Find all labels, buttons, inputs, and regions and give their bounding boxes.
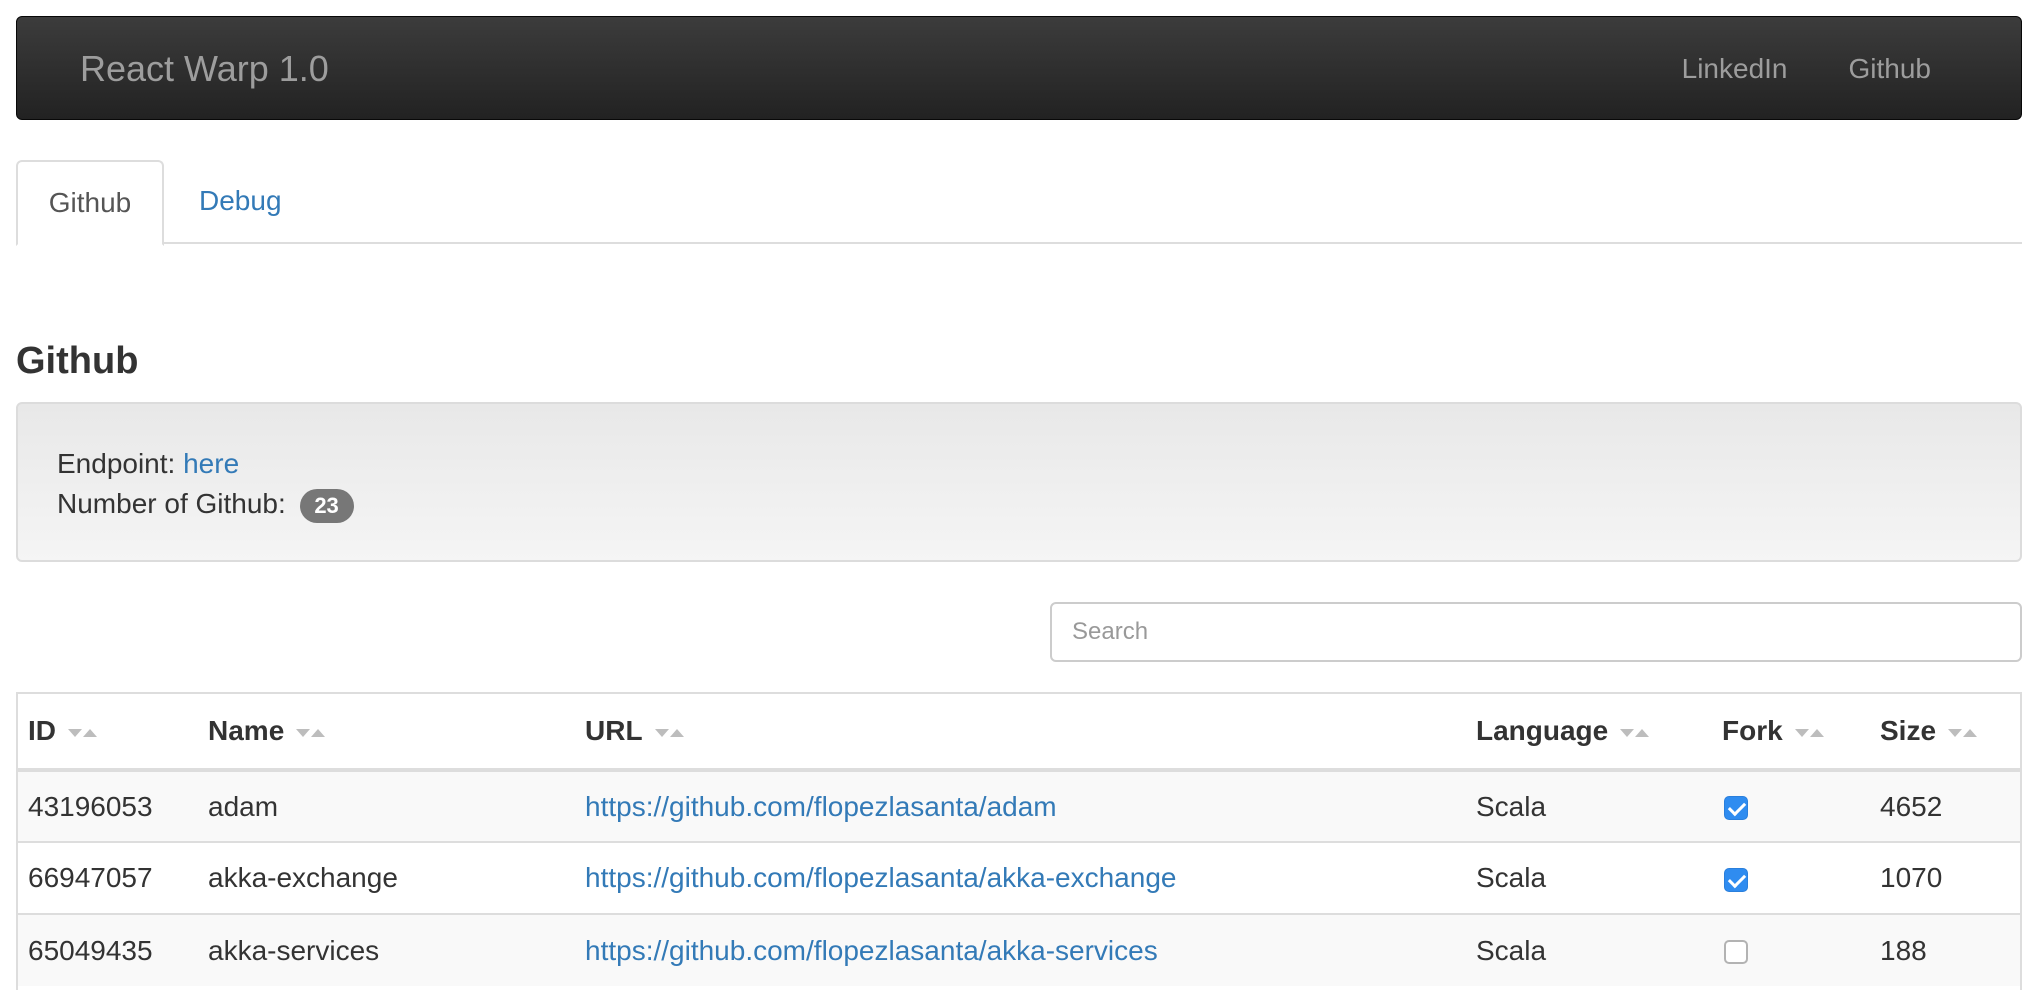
cell-language: Scala	[1466, 841, 1712, 914]
sort-icon	[1794, 726, 1827, 740]
cell-size: 1070	[1870, 841, 2020, 914]
column-header-url[interactable]: URL	[575, 694, 1466, 772]
column-label: Name	[208, 715, 285, 746]
cell-url: https://github.com/flopezlasanta/akka-se…	[575, 913, 1466, 986]
cell-language: Scala	[1466, 769, 1712, 842]
column-label: Fork	[1722, 715, 1783, 746]
cell-url: https://github.com/flopezlasanta/akka-ex…	[575, 841, 1466, 914]
cell-url: https://github.com/flopezlasanta/adam	[575, 769, 1466, 842]
count-line: Number of Github: 23	[57, 488, 354, 523]
cell-id: 65049435	[18, 913, 198, 986]
table-row: 66947057 akka-exchange https://github.co…	[18, 841, 2020, 914]
column-label: Size	[1880, 715, 1937, 746]
sort-icon	[654, 726, 687, 740]
cell-size: 188	[1870, 913, 2020, 986]
column-label: ID	[28, 715, 56, 746]
count-badge: 23	[299, 488, 354, 523]
cell-fork	[1712, 913, 1870, 986]
nav-link-github[interactable]: Github	[1849, 17, 1932, 121]
repo-url-link[interactable]: https://github.com/flopezlasanta/adam	[585, 791, 1057, 822]
cell-name: adam	[198, 769, 575, 842]
sort-icon	[68, 726, 100, 740]
cell-name: akka-exchange	[198, 841, 575, 914]
info-panel: Endpoint: here Number of Github: 23	[16, 402, 2022, 562]
column-header-size[interactable]: Size	[1870, 694, 2020, 772]
endpoint-link[interactable]: here	[183, 448, 239, 479]
sort-icon	[296, 726, 328, 740]
table-row: 43196053 adam https://github.com/flopezl…	[18, 769, 2020, 842]
cell-id: 66947057	[18, 841, 198, 914]
endpoint-line: Endpoint: here	[57, 448, 239, 480]
repo-table: ID Name URL Language Fork Size 43196053 …	[16, 692, 2022, 990]
endpoint-label: Endpoint:	[57, 448, 176, 479]
tab-debug[interactable]: Debug	[199, 160, 282, 244]
count-label: Number of Github:	[57, 488, 286, 519]
cell-fork	[1712, 769, 1870, 842]
cell-fork	[1712, 841, 1870, 914]
cell-size: 4652	[1870, 769, 2020, 842]
tab-bar: Github Debug	[16, 160, 2022, 246]
cell-name: akka-services	[198, 913, 575, 986]
fork-checkbox[interactable]	[1724, 796, 1748, 821]
column-header-language[interactable]: Language	[1466, 694, 1712, 772]
page: React Warp 1.0 LinkedIn Github Github De…	[0, 0, 2040, 990]
fork-checkbox[interactable]	[1724, 940, 1748, 965]
nav-link-linkedin[interactable]: LinkedIn	[1682, 17, 1788, 121]
column-header-id[interactable]: ID	[18, 694, 198, 772]
repo-url-link[interactable]: https://github.com/flopezlasanta/akka-ex…	[585, 862, 1176, 893]
search-input[interactable]	[1050, 602, 2022, 662]
column-label: URL	[585, 715, 643, 746]
column-header-name[interactable]: Name	[198, 694, 575, 772]
navbar: React Warp 1.0 LinkedIn Github	[16, 16, 2022, 120]
page-title: Github	[16, 340, 139, 382]
table-header-row: ID Name URL Language Fork Size	[18, 694, 2020, 772]
table-row: 65049435 akka-services https://github.co…	[18, 913, 2020, 986]
sort-icon	[1948, 726, 1980, 740]
fork-checkbox[interactable]	[1724, 867, 1748, 892]
navbar-brand[interactable]: React Warp 1.0	[80, 17, 329, 121]
cell-id: 43196053	[18, 769, 198, 842]
tab-github[interactable]: Github	[16, 160, 164, 246]
cell-language: Scala	[1466, 913, 1712, 986]
column-header-fork[interactable]: Fork	[1712, 694, 1870, 772]
column-label: Language	[1476, 715, 1609, 746]
sort-icon	[1620, 726, 1652, 740]
navbar-links: LinkedIn Github	[1682, 17, 1931, 121]
repo-url-link[interactable]: https://github.com/flopezlasanta/akka-se…	[585, 935, 1158, 966]
